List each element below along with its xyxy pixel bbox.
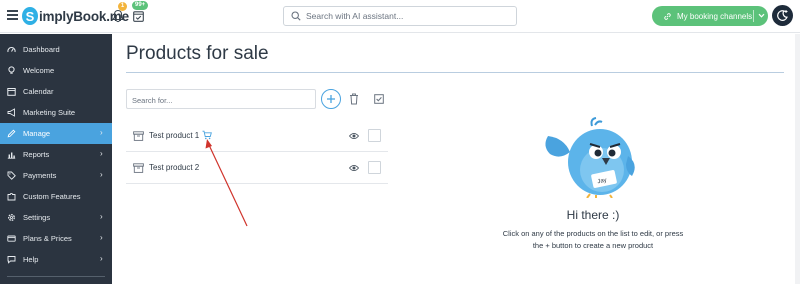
link-icon <box>664 12 671 20</box>
product-name: Test product 1 <box>149 131 200 140</box>
calendar-icon <box>7 88 16 96</box>
top-bar: S implyBook.me 1 99+ My booking channels <box>0 0 800 33</box>
menu-icon[interactable] <box>7 10 18 20</box>
trash-icon[interactable] <box>349 93 359 105</box>
title-divider <box>126 72 784 73</box>
ai-search-input[interactable] <box>306 11 506 21</box>
lightbulb-icon <box>8 66 15 74</box>
sidebar-item-label: Welcome <box>23 66 55 75</box>
chevron-right-icon: › <box>100 254 103 263</box>
sidebar-item-label: Settings <box>23 213 51 222</box>
box-icon <box>133 131 144 141</box>
button-divider <box>753 10 754 22</box>
sidebar-item-reports[interactable]: Reports › <box>0 144 112 165</box>
logo-mark: S <box>22 7 38 25</box>
sidebar-item-label: Custom Features <box>23 192 81 201</box>
chevron-right-icon: › <box>100 128 103 137</box>
product-search-field[interactable] <box>126 89 316 110</box>
megaphone-icon <box>7 108 15 117</box>
list-item[interactable]: Test product 1 <box>126 120 388 152</box>
sidebar-item-calendar[interactable]: Calendar <box>0 81 112 102</box>
moon-icon <box>777 10 788 21</box>
product-search-input[interactable] <box>132 91 312 110</box>
sidebar-item-label: Help <box>23 255 39 264</box>
sidebar-item-welcome[interactable]: Welcome <box>0 60 112 81</box>
sidebar-item-payments[interactable]: Payments › <box>0 165 112 186</box>
plus-icon <box>327 95 335 103</box>
pencil-icon <box>7 129 16 138</box>
sidebar-item-help[interactable]: Help › <box>0 249 112 270</box>
sidebar-divider <box>7 276 105 277</box>
chat-icon <box>7 256 16 264</box>
eye-icon[interactable] <box>349 164 359 172</box>
list-item[interactable]: Test product 2 <box>126 152 388 184</box>
notifications-badge: 1 <box>118 2 127 11</box>
tag-icon <box>7 171 16 180</box>
chevron-right-icon: › <box>100 212 103 221</box>
bird-illustration: Jay <box>545 117 635 198</box>
booking-channels-button[interactable]: My booking channels <box>652 6 768 26</box>
empty-state-hint: Click on any of the products on the list… <box>492 228 694 252</box>
cart-icon <box>202 130 212 140</box>
sidebar-item-label: Payments <box>23 171 57 180</box>
card-icon <box>7 235 16 242</box>
sidebar-item-label: Calendar <box>23 87 54 96</box>
chevron-right-icon: › <box>100 170 103 179</box>
sidebar: Dashboard Welcome Calendar Marketing Sui… <box>0 34 112 284</box>
gear-icon <box>8 214 15 221</box>
sidebar-item-custom-features[interactable]: Custom Features <box>0 186 112 207</box>
bookings-badge: 99+ <box>132 1 149 10</box>
chevron-right-icon: › <box>100 233 103 242</box>
empty-state-title: Hi there :) <box>566 208 620 222</box>
chevron-down-icon[interactable] <box>757 11 766 20</box>
sidebar-item-settings[interactable]: Settings › <box>0 207 112 228</box>
sidebar-item-label: Manage <box>23 129 51 138</box>
sidebar-item-dashboard[interactable]: Dashboard <box>0 39 112 60</box>
empty-state-hint-line: the + button to create a new product <box>532 241 654 250</box>
puzzle-icon <box>7 192 16 201</box>
sidebar-item-marketing-suite[interactable]: Marketing Suite <box>0 102 112 123</box>
select-all-icon[interactable] <box>374 94 384 104</box>
row-checkbox[interactable] <box>368 161 381 174</box>
sidebar-item-manage[interactable]: Manage › <box>0 123 112 144</box>
chevron-right-icon: › <box>100 149 103 158</box>
ai-search-field[interactable] <box>283 6 517 26</box>
dashboard-icon <box>7 47 16 53</box>
product-name: Test product 2 <box>149 163 200 172</box>
empty-state-hint-line: Click on any of the products on the list… <box>502 229 684 238</box>
search-icon <box>291 11 301 21</box>
sidebar-item-plans-prices[interactable]: Plans & Prices › <box>0 228 112 249</box>
sidebar-item-label: Dashboard <box>23 45 60 54</box>
add-product-button[interactable] <box>321 89 341 109</box>
sidebar-item-label: Plans & Prices <box>23 234 72 243</box>
box-icon <box>133 163 144 173</box>
bell-icon[interactable] <box>112 9 124 23</box>
page-title: Products for sale <box>126 43 269 64</box>
bookings-icon[interactable] <box>133 10 144 22</box>
bar-chart-icon <box>7 152 16 159</box>
sidebar-item-label: Reports <box>23 150 50 159</box>
sidebar-item-label: Marketing Suite <box>23 108 76 117</box>
row-checkbox[interactable] <box>368 129 381 142</box>
scrollbar[interactable] <box>795 34 800 284</box>
avatar[interactable] <box>772 5 793 26</box>
eye-icon[interactable] <box>349 132 359 140</box>
booking-channels-label: My booking channels <box>677 11 753 21</box>
